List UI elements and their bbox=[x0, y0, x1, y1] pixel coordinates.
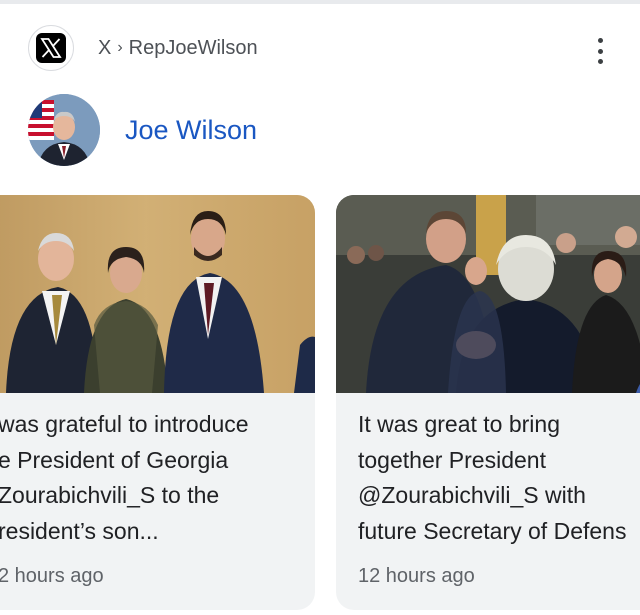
post-carousel[interactable]: was grateful to introduce e President of… bbox=[0, 195, 640, 615]
post-text-line: together President bbox=[358, 446, 546, 473]
post-timestamp: 2 hours ago bbox=[0, 565, 104, 587]
post-text-line: was grateful to introduce bbox=[0, 411, 249, 437]
breadcrumb[interactable]: X › RepJoeWilson bbox=[98, 37, 258, 60]
profile-header[interactable]: Joe Wilson bbox=[28, 94, 257, 166]
more-vertical-icon[interactable] bbox=[594, 38, 606, 64]
post-text-line: It was great to bring bbox=[358, 411, 560, 437]
post-photo[interactable] bbox=[0, 195, 315, 393]
post-timestamp: 12 hours ago bbox=[358, 565, 475, 587]
x-logo-icon[interactable] bbox=[28, 25, 74, 71]
post-photo[interactable] bbox=[336, 195, 640, 393]
profile-avatar[interactable] bbox=[28, 94, 100, 166]
breadcrumb-account: RepJoeWilson bbox=[128, 36, 258, 59]
post-text-line: e President of Georgia bbox=[0, 446, 229, 473]
breadcrumb-separator: › bbox=[117, 39, 123, 56]
post-card[interactable]: It was great to bring together President… bbox=[336, 195, 640, 610]
post-text-line: Zourabichvili_S to the bbox=[0, 482, 220, 508]
post-card[interactable]: was grateful to introduce e President of… bbox=[0, 195, 315, 610]
post-text[interactable]: It was great to bring together President… bbox=[358, 407, 626, 549]
post-text-line: resident’s son... bbox=[0, 517, 159, 544]
post-text[interactable]: was grateful to introduce e President of… bbox=[0, 407, 249, 549]
profile-name[interactable]: Joe Wilson bbox=[125, 115, 257, 146]
breadcrumb-site: X bbox=[98, 36, 112, 59]
top-divider bbox=[0, 0, 640, 4]
post-text-line: future Secretary of Defens bbox=[358, 517, 627, 544]
post-text-line: @Zourabichvili_S with bbox=[358, 482, 586, 508]
source-header[interactable]: X › RepJoeWilson bbox=[28, 24, 258, 72]
